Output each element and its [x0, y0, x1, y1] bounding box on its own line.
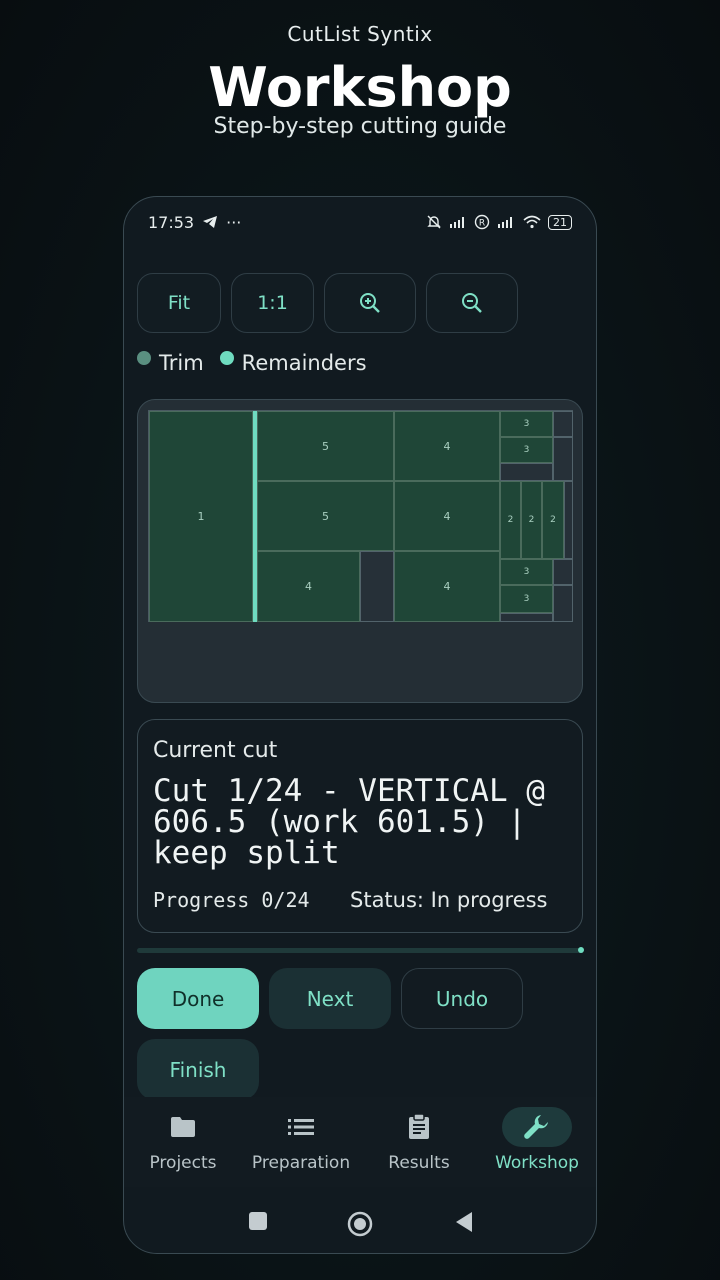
- remainders-color-dot: [219, 351, 234, 365]
- legend-trim-label: Trim: [159, 351, 204, 375]
- back-triangle-icon: [456, 1212, 472, 1232]
- zoom-in-icon: [360, 293, 380, 313]
- telegram-icon: [203, 216, 218, 228]
- battery-indicator: 21: [548, 214, 572, 230]
- piece-1[interactable]: 1: [149, 411, 253, 622]
- one-to-one-button[interactable]: 1:1: [231, 273, 314, 333]
- status-time: 17:53: [148, 212, 195, 232]
- legend-remainders: Remainders: [219, 347, 367, 375]
- piece-2b[interactable]: 2: [521, 481, 542, 559]
- remainder-piece: [360, 551, 394, 622]
- piece-3d[interactable]: 3: [500, 585, 553, 613]
- list-icon: [266, 1107, 336, 1147]
- finish-button[interactable]: Finish: [137, 1039, 259, 1100]
- svg-text:R: R: [479, 219, 485, 229]
- zoom-in-button[interactable]: [324, 273, 416, 333]
- nav-preparation[interactable]: Preparation: [242, 1107, 360, 1173]
- home-button[interactable]: [347, 1211, 373, 1241]
- trim-color-dot: [137, 351, 151, 365]
- hero-app-name: CutList Syntix: [287, 22, 433, 46]
- sheet-board: 1 5 5 4 4 4 4 3 3 2 2 2 3 3: [148, 410, 573, 622]
- more-notifications-icon: ···: [226, 212, 242, 232]
- undo-button[interactable]: Undo: [401, 968, 523, 1029]
- piece-3a[interactable]: 3: [500, 411, 553, 437]
- phone-frame: 17:53 ··· R 21 Fit 1:1 Trim Remainders 1…: [123, 196, 597, 1254]
- progress-bar-end-dot: [578, 947, 584, 953]
- remainder-piece: [553, 585, 573, 622]
- nav-workshop[interactable]: Workshop: [478, 1107, 596, 1173]
- piece-3b[interactable]: 3: [500, 437, 553, 463]
- wifi-icon: [523, 215, 541, 229]
- legend-trim: Trim: [137, 347, 204, 375]
- square-icon: [249, 1212, 267, 1230]
- cutting-layout-canvas[interactable]: 1 5 5 4 4 4 4 3 3 2 2 2 3 3: [137, 399, 583, 703]
- next-button[interactable]: Next: [269, 968, 391, 1029]
- piece-4a[interactable]: 4: [394, 411, 500, 481]
- fit-button[interactable]: Fit: [137, 273, 221, 333]
- remainder-piece: [500, 613, 553, 622]
- bottom-navigation: Projects Preparation Results Workshop: [124, 1097, 596, 1187]
- remainder-piece: [553, 437, 573, 481]
- recents-button[interactable]: [248, 1211, 268, 1235]
- piece-5b[interactable]: 5: [257, 481, 394, 551]
- nav-preparation-label: Preparation: [251, 1153, 351, 1173]
- clipboard-icon: [384, 1107, 454, 1147]
- registered-icon: R: [474, 214, 490, 230]
- home-circle-icon: [347, 1211, 373, 1237]
- nav-workshop-label: Workshop: [495, 1153, 579, 1173]
- zoom-out-button[interactable]: [426, 273, 518, 333]
- status-bar: 17:53 ··· R 21: [148, 207, 572, 237]
- hero-title: Workshop: [208, 56, 512, 119]
- folder-icon: [148, 1107, 218, 1147]
- progress-bar: [137, 948, 583, 953]
- nav-projects-label: Projects: [149, 1153, 217, 1173]
- remainder-piece: [553, 411, 573, 437]
- hero-subtitle: Step-by-step cutting guide: [213, 114, 507, 139]
- current-cut-panel: Current cut Cut 1/24 - VERTICAL @ 606.5 …: [137, 719, 583, 933]
- legend-remainders-label: Remainders: [241, 351, 367, 375]
- nav-results-label: Results: [388, 1153, 450, 1173]
- signal-icon-2: [498, 217, 512, 228]
- nav-results[interactable]: Results: [360, 1107, 478, 1173]
- piece-4d[interactable]: 4: [394, 551, 500, 622]
- back-button[interactable]: [454, 1211, 474, 1237]
- piece-2c[interactable]: 2: [542, 481, 564, 559]
- signal-icon: [450, 217, 464, 228]
- zoom-out-icon: [462, 293, 482, 313]
- zoom-toolbar: Fit 1:1: [137, 273, 518, 333]
- system-navigation-bar: [124, 1197, 596, 1247]
- piece-5a[interactable]: 5: [257, 411, 394, 481]
- current-cut-instruction: Cut 1/24 - VERTICAL @ 606.5 (work 601.5)…: [153, 773, 545, 871]
- remainder-piece: [564, 481, 573, 559]
- nav-projects[interactable]: Projects: [124, 1107, 242, 1173]
- remainder-piece: [500, 463, 553, 481]
- piece-4c[interactable]: 4: [257, 551, 360, 622]
- cut-status-text: Status: In progress: [350, 888, 548, 912]
- remainder-piece: [553, 559, 573, 585]
- done-button[interactable]: Done: [137, 968, 259, 1029]
- current-cut-label: Current cut: [153, 738, 278, 763]
- bell-muted-icon: [427, 215, 441, 229]
- wrench-icon: [502, 1107, 572, 1147]
- piece-2a[interactable]: 2: [500, 481, 521, 559]
- cut-progress-text: Progress 0/24: [153, 888, 310, 912]
- piece-3c[interactable]: 3: [500, 559, 553, 585]
- legend: Trim Remainders: [137, 347, 367, 375]
- piece-4b[interactable]: 4: [394, 481, 500, 551]
